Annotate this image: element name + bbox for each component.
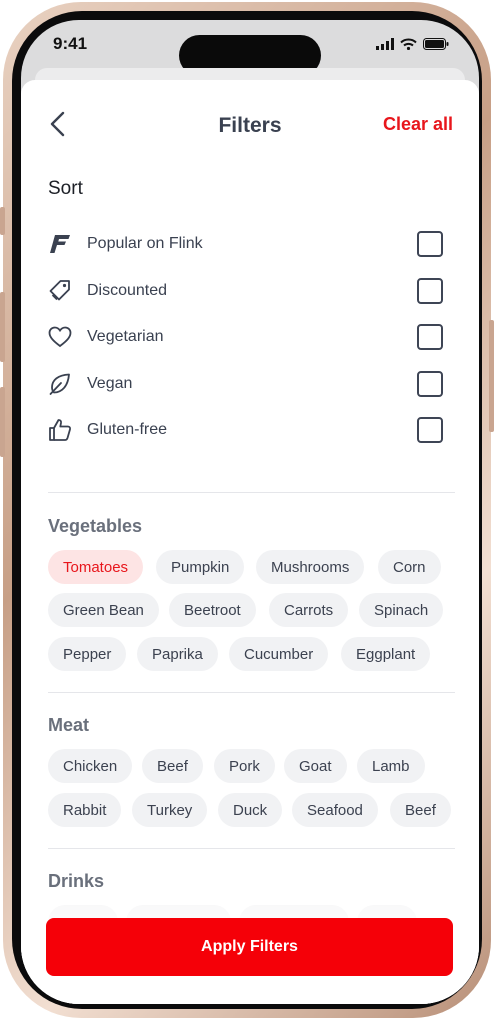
clear-all-button[interactable]: Clear all: [383, 114, 453, 135]
sort-item-discounted[interactable]: Discounted: [48, 273, 443, 309]
leaf-icon: [48, 372, 72, 396]
chip-paprika[interactable]: Paprika: [137, 637, 218, 671]
status-time: 9:41: [53, 34, 88, 53]
status-icons: [376, 38, 449, 50]
divider: [48, 848, 455, 849]
chip-carrots[interactable]: Carrots: [269, 593, 349, 627]
divider: [48, 492, 455, 493]
vegan-checkbox[interactable]: [417, 371, 443, 397]
volume-up-button: [0, 292, 5, 362]
sort-item-label: Vegan: [87, 375, 133, 392]
vegetables-title: Vegetables: [48, 516, 143, 536]
chip-duck[interactable]: Duck: [218, 793, 283, 827]
sort-item-label: Popular on Flink: [87, 235, 203, 252]
phone-frame: 9:41 Filters Clear all Sort Popular on F…: [0, 2, 494, 1018]
volume-down-button: [0, 387, 5, 457]
drinks-title: Drinks: [48, 871, 105, 891]
apply-filters-button[interactable]: Apply Filters: [46, 918, 453, 976]
sort-item-vegan[interactable]: Vegan: [48, 366, 443, 402]
header: Filters Clear all: [21, 80, 479, 152]
sort-title: Sort: [48, 178, 83, 199]
heart-icon: [48, 325, 72, 349]
chip-turkey[interactable]: Turkey: [132, 793, 208, 827]
sort-item-label: Vegetarian: [87, 328, 164, 345]
chip-corn[interactable]: Corn: [378, 550, 441, 584]
sort-item-label: Discounted: [87, 282, 168, 299]
discounted-checkbox[interactable]: [417, 278, 443, 304]
chip-rabbit[interactable]: Rabbit: [48, 793, 122, 827]
chip-lamb[interactable]: Lamb: [357, 749, 425, 783]
sort-item-popular[interactable]: Popular on Flink: [48, 226, 443, 262]
chip-pumpkin[interactable]: Pumpkin: [156, 550, 245, 584]
sort-item-vegetarian[interactable]: Vegetarian: [48, 319, 443, 355]
chip-cucumber[interactable]: Cucumber: [229, 637, 329, 671]
mute-switch: [0, 207, 5, 235]
chip-spinach[interactable]: Spinach: [359, 593, 444, 627]
filters-sheet: Filters Clear all Sort Popular on Flink …: [21, 80, 479, 1004]
signal-icon: [376, 38, 394, 50]
chip-goat[interactable]: Goat: [284, 749, 347, 783]
chip-mushrooms[interactable]: Mushrooms: [256, 550, 365, 584]
sort-item-gluten-free[interactable]: Gluten-free: [48, 412, 443, 448]
status-bar: 9:41: [21, 20, 479, 76]
battery-icon: [423, 38, 449, 50]
flink-logo-icon: [48, 232, 72, 256]
chip-chicken[interactable]: Chicken: [48, 749, 133, 783]
power-button: [489, 320, 494, 432]
chip-tomatoes[interactable]: Tomatoes: [48, 550, 144, 584]
chip-pepper[interactable]: Pepper: [48, 637, 127, 671]
popular-checkbox[interactable]: [417, 231, 443, 257]
chip-pork[interactable]: Pork: [214, 749, 275, 783]
chip-eggplant[interactable]: Eggplant: [341, 637, 431, 671]
divider: [48, 692, 455, 693]
sort-item-label: Gluten-free: [87, 421, 168, 438]
chip-beef-2[interactable]: Beef: [390, 793, 451, 827]
thumbs-up-icon: [48, 418, 72, 442]
screen: 9:41 Filters Clear all Sort Popular on F…: [21, 20, 479, 1004]
chip-beef[interactable]: Beef: [142, 749, 203, 783]
gluten-free-checkbox[interactable]: [417, 417, 443, 443]
wifi-icon: [400, 38, 417, 50]
vegetarian-checkbox[interactable]: [417, 324, 443, 350]
meat-title: Meat: [48, 715, 90, 735]
chip-beetroot[interactable]: Beetroot: [169, 593, 256, 627]
chip-seafood[interactable]: Seafood: [292, 793, 378, 827]
tag-icon: [48, 279, 72, 303]
chip-green-bean[interactable]: Green Bean: [48, 593, 159, 627]
